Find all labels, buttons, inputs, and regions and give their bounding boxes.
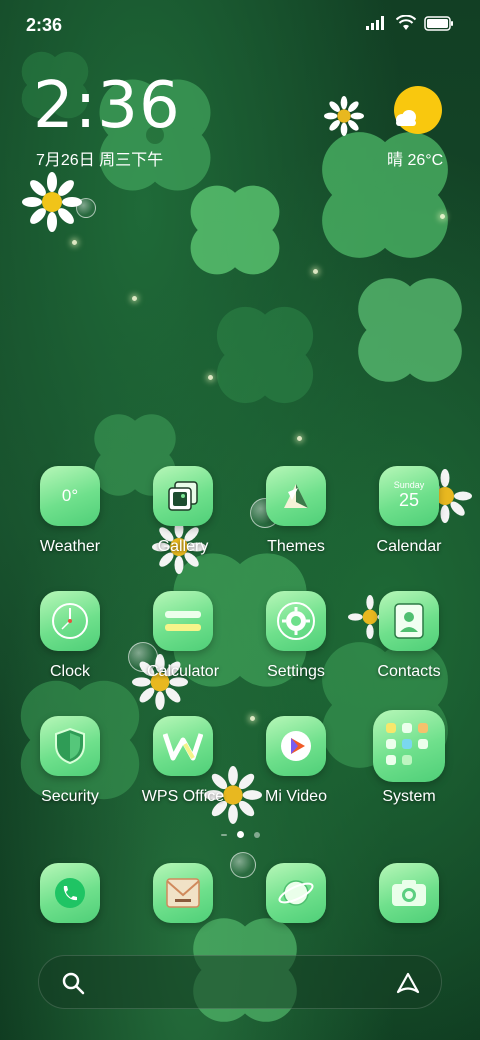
calendar-day-name: Sunday	[393, 479, 425, 490]
contacts-icon	[379, 591, 439, 651]
page-dot	[220, 833, 227, 836]
bubble	[76, 198, 96, 218]
app-contacts[interactable]: Contacts	[349, 591, 469, 701]
dock-phone[interactable]	[10, 863, 130, 923]
daisy-flower	[22, 172, 82, 232]
signal-icon	[366, 16, 388, 35]
mi-video-icon	[266, 716, 326, 776]
app-label: Calculator	[146, 663, 220, 680]
app-label: WPS Office	[141, 788, 225, 805]
sparkle	[72, 240, 77, 245]
search-bar[interactable]	[38, 955, 442, 1009]
app-calendar[interactable]: Sunday 25 Calendar	[349, 466, 469, 576]
search-icon[interactable]	[61, 971, 85, 995]
app-label: System	[382, 788, 436, 805]
calculator-bar-bottom	[165, 624, 201, 631]
app-settings[interactable]: Settings	[236, 591, 356, 701]
phone-icon	[40, 863, 100, 923]
wps-office-icon	[153, 716, 213, 776]
calendar-icon: Sunday 25	[379, 466, 439, 526]
folder-system[interactable]: System	[349, 710, 469, 820]
dock-browser[interactable]	[236, 863, 356, 923]
dock-camera[interactable]	[349, 863, 469, 923]
gallery-icon	[153, 466, 213, 526]
app-label: Settings	[267, 663, 325, 680]
daisy-flower	[318, 96, 370, 136]
app-themes[interactable]: Themes	[236, 466, 356, 576]
app-label: Gallery	[157, 538, 209, 555]
shield-icon	[40, 716, 100, 776]
settings-icon	[266, 591, 326, 651]
app-weather[interactable]: 0° Weather	[10, 466, 130, 576]
app-label: Clock	[49, 663, 90, 680]
sparkle	[313, 269, 318, 274]
camera-icon	[379, 863, 439, 923]
app-label: Security	[41, 788, 99, 805]
status-bar: 2:36	[0, 0, 480, 50]
themes-icon	[266, 466, 326, 526]
app-calculator[interactable]: Calculator	[123, 591, 243, 701]
calculator-bar-top	[165, 611, 201, 618]
app-label: Calendar	[376, 538, 442, 555]
calendar-day-number: 25	[398, 489, 420, 510]
clock-icon	[40, 591, 100, 651]
page-dot-active	[236, 831, 244, 838]
clock-widget-date[interactable]: 7月26日 周三下午	[36, 146, 163, 170]
weather-widget-text[interactable]: 晴 26°C	[387, 146, 443, 170]
weather-app-temp: 0°	[61, 486, 79, 505]
assistant-icon[interactable]	[395, 971, 421, 995]
page-indicator[interactable]	[0, 831, 480, 838]
app-mi-video[interactable]: Mi Video	[236, 716, 356, 826]
status-time: 2:36	[26, 15, 63, 35]
wifi-icon	[395, 14, 417, 36]
battery-icon	[424, 15, 454, 36]
app-wps-office[interactable]: WPS Office	[123, 716, 243, 826]
app-clock[interactable]: Clock	[10, 591, 130, 701]
app-label: Themes	[267, 538, 325, 555]
app-label: Contacts	[377, 663, 441, 680]
dock-messages[interactable]	[123, 863, 243, 923]
app-label: Weather	[39, 538, 101, 555]
status-icons	[366, 14, 454, 36]
sparkle	[297, 436, 302, 441]
app-label: Mi Video	[265, 788, 327, 805]
clock-widget-time[interactable]: 2:36	[33, 74, 181, 138]
calculator-icon	[153, 591, 213, 651]
messages-icon	[153, 863, 213, 923]
sparkle	[208, 375, 213, 380]
weather-app-icon: 0°	[40, 466, 100, 526]
app-gallery[interactable]: Gallery	[123, 466, 243, 576]
page-dot	[253, 831, 260, 838]
folder-icon	[373, 710, 445, 782]
clover-leaf	[175, 170, 295, 290]
browser-icon	[266, 863, 326, 923]
clover-leaf	[200, 290, 330, 420]
sparkle	[132, 296, 137, 301]
partly-sunny-icon[interactable]	[390, 84, 442, 136]
clover-leaf	[340, 260, 480, 400]
sparkle	[440, 214, 445, 219]
app-security[interactable]: Security	[10, 716, 130, 826]
